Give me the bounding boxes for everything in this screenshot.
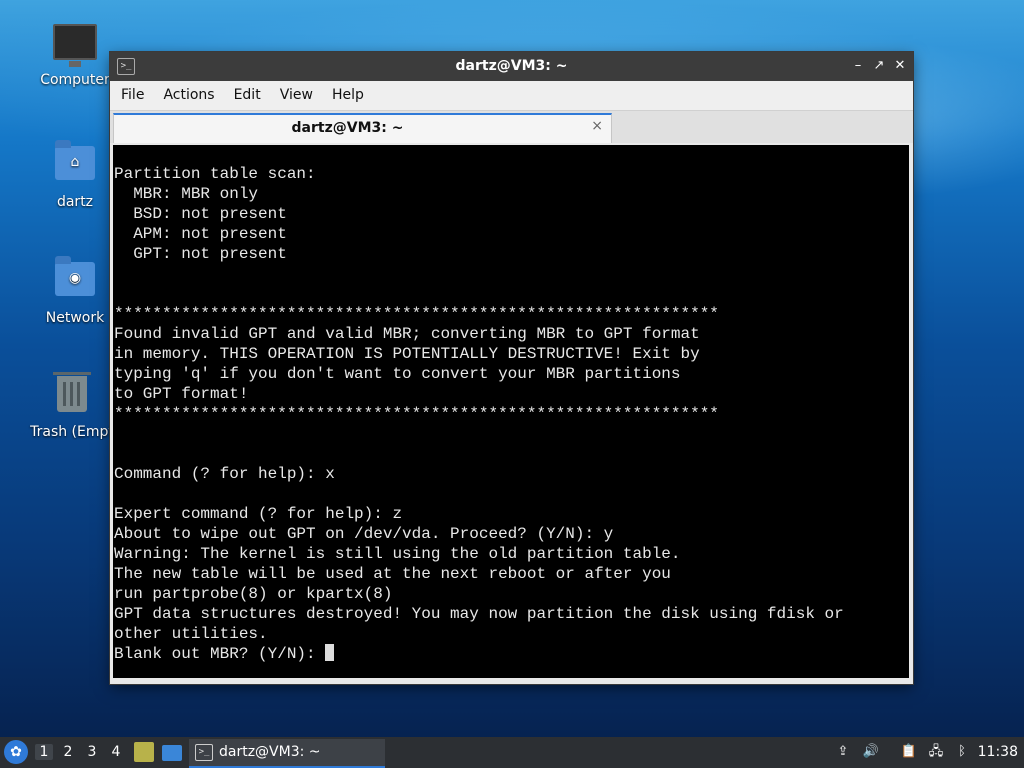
- menu-help[interactable]: Help: [321, 81, 372, 103]
- start-menu-icon[interactable]: ✿: [4, 740, 28, 764]
- terminal-text: Partition table scan: MBR: MBR only BSD:…: [113, 145, 909, 664]
- workspace-4[interactable]: 4: [107, 744, 125, 760]
- terminal-line: GPT data structures destroyed! You may n…: [114, 605, 844, 623]
- terminal-line: typing 'q' if you don't want to convert …: [114, 365, 681, 383]
- terminal-line: Command (? for help): x: [114, 465, 335, 483]
- clock[interactable]: 11:38: [978, 744, 1018, 760]
- show-desktop-icon[interactable]: [162, 745, 182, 761]
- trash-icon: [50, 372, 94, 420]
- file-manager-launcher-icon[interactable]: [134, 742, 154, 762]
- network-icon[interactable]: 🖧: [927, 743, 945, 761]
- terminal-line: BSD: not present: [133, 205, 287, 223]
- maximize-button[interactable]: ↗: [870, 57, 888, 75]
- desktop-icon-trash[interactable]: Trash (Empt: [27, 372, 117, 440]
- terminal-line: The new table will be used at the next r…: [114, 565, 671, 583]
- terminal-line: Warning: The kernel is still using the o…: [114, 545, 681, 563]
- terminal-line: Found invalid GPT and valid MBR; convert…: [114, 325, 700, 343]
- terminal-line: run partprobe(8) or kpartx(8): [114, 585, 393, 603]
- desktop-icon-computer[interactable]: Computer: [27, 24, 123, 88]
- network-folder-icon: ◉: [53, 256, 97, 306]
- taskbar: ✿ 1 2 3 4 >_ dartz@VM3: ~ ⇪ 🔊 📋 🖧 ᛒ 11:3…: [0, 737, 1024, 768]
- menu-file[interactable]: File: [110, 81, 152, 103]
- workspace-1[interactable]: 1: [35, 744, 53, 760]
- tab-bar: dartz@VM3: ~ ×: [110, 111, 913, 143]
- menu-view[interactable]: View: [269, 81, 321, 103]
- desktop-icon-network[interactable]: ◉ Network: [27, 256, 123, 326]
- terminal-line: to GPT format!: [114, 385, 249, 403]
- terminal-line: ****************************************…: [114, 305, 719, 323]
- terminal-line: Expert command (? for help): z: [114, 505, 403, 523]
- terminal-prompt: Blank out MBR? (Y/N):: [114, 645, 326, 663]
- terminal-line: ****************************************…: [114, 405, 719, 423]
- bluetooth-icon[interactable]: ᛒ: [953, 743, 971, 761]
- menu-bar: File Actions Edit View Help: [110, 81, 913, 111]
- volume-icon[interactable]: 🔊: [862, 743, 880, 761]
- desktop-icon-label: Computer: [40, 72, 110, 88]
- task-label: dartz@VM3: ~: [219, 744, 321, 760]
- window-titlebar[interactable]: >_ dartz@VM3: ~ – ↗ ✕: [110, 52, 913, 81]
- terminal-line: About to wipe out GPT on /dev/vda. Proce…: [114, 525, 614, 543]
- terminal-line: in memory. THIS OPERATION IS POTENTIALLY…: [114, 345, 700, 363]
- terminal-cursor: [325, 644, 335, 661]
- minimize-button[interactable]: –: [849, 57, 867, 75]
- menu-actions[interactable]: Actions: [152, 81, 222, 103]
- desktop-icon-label: Network: [45, 310, 105, 326]
- tab-terminal[interactable]: dartz@VM3: ~ ×: [113, 113, 612, 143]
- terminal-output[interactable]: Partition table scan: MBR: MBR only BSD:…: [113, 145, 909, 678]
- taskbar-task-terminal[interactable]: >_ dartz@VM3: ~: [189, 739, 385, 768]
- window-title: dartz@VM3: ~: [455, 58, 568, 74]
- tab-close-icon[interactable]: ×: [591, 118, 603, 134]
- desktop-icon-label: Trash (Empt: [30, 424, 114, 440]
- terminal-line: Partition table scan:: [114, 165, 316, 183]
- menu-edit[interactable]: Edit: [223, 81, 269, 103]
- workspace-3[interactable]: 3: [83, 744, 101, 760]
- desktop-icon-label: dartz: [56, 194, 94, 210]
- terminal-line: MBR: MBR only: [133, 185, 259, 203]
- terminal-icon: >_: [195, 744, 213, 761]
- terminal-window[interactable]: >_ dartz@VM3: ~ – ↗ ✕ File Actions Edit Vie…: [110, 52, 913, 684]
- desktop-icon-home[interactable]: ⌂ dartz: [27, 140, 123, 210]
- home-folder-icon: ⌂: [53, 140, 97, 190]
- tab-label: dartz@VM3: ~: [291, 120, 404, 136]
- computer-icon: [53, 24, 97, 68]
- workspace-2[interactable]: 2: [59, 744, 77, 760]
- clipboard-icon[interactable]: 📋: [900, 743, 918, 761]
- terminal-line: GPT: not present: [133, 245, 287, 263]
- terminal-line: APM: not present: [133, 225, 287, 243]
- close-button[interactable]: ✕: [891, 57, 909, 75]
- terminal-line: other utilities.: [114, 625, 268, 643]
- updates-icon[interactable]: ⇪: [834, 743, 852, 761]
